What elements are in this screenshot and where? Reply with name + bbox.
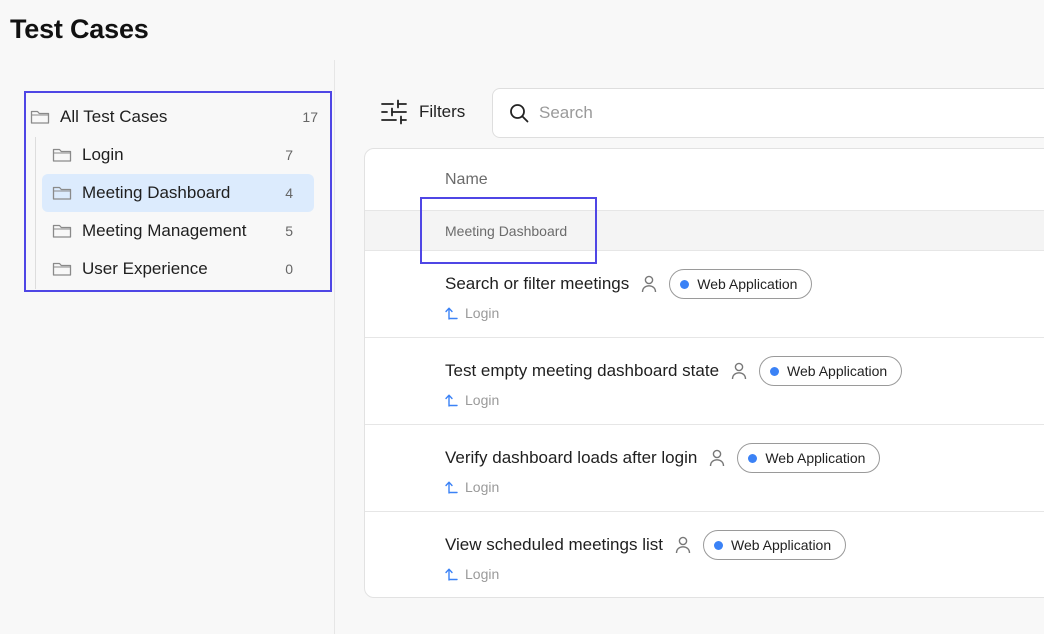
parent-arrow-icon [445,394,458,407]
sliders-icon [381,99,407,125]
folder-item-all-test-cases[interactable]: All Test Cases 17 [30,98,326,136]
case-title-line: Search or filter meetings Web Applicatio… [445,269,813,299]
folder-item-count: 7 [285,147,293,163]
folder-item-meeting-management[interactable]: Meeting Management 5 [42,212,314,250]
case-title-line: Verify dashboard loads after login Web A… [445,443,881,473]
folder-icon [52,148,72,162]
parent-link[interactable]: Login [445,566,499,582]
folder-item-label: Meeting Dashboard [82,183,231,202]
folder-icon [52,224,72,238]
case-title-line: Test empty meeting dashboard state Web A… [445,356,903,386]
case-name[interactable]: Search or filter meetings [445,274,629,294]
parent-link[interactable]: Login [445,305,499,321]
folder-icon [52,186,72,200]
parent-label: Login [465,392,500,408]
tag-badge[interactable]: Web Application [702,530,847,560]
parent-label: Login [465,305,500,321]
search-box[interactable] [492,88,1044,138]
column-header-name[interactable]: Name [445,171,488,189]
folder-item-login[interactable]: Login 7 [42,136,314,174]
tag-badge[interactable]: Web Application [737,443,881,473]
case-name[interactable]: View scheduled meetings list [445,535,663,555]
person-icon[interactable] [709,449,725,467]
parent-link[interactable]: Login [445,479,499,495]
folder-item-label: All Test Cases [60,107,168,126]
filters-button[interactable]: Filters [381,99,465,125]
parent-label: Login [465,479,500,495]
folder-item-label: Login [82,145,124,164]
filters-label: Filters [419,102,466,121]
tag-badge[interactable]: Web Application [669,269,813,299]
folder-item-count: 17 [302,109,318,125]
person-icon[interactable] [641,275,657,293]
folder-icon [52,262,72,276]
badge-label: Web Application [697,276,798,292]
parent-label: Login [465,566,500,582]
table-row[interactable]: Search or filter meetings Web Applicatio… [365,251,1044,338]
parent-arrow-icon [445,568,458,581]
table-row[interactable]: Test empty meeting dashboard state Web A… [365,338,1044,425]
folder-item-label: User Experience [82,259,208,278]
badge-label: Web Application [765,450,866,466]
badge-dot [770,366,780,376]
parent-arrow-icon [445,481,458,494]
folder-item-user-experience[interactable]: User Experience 0 [42,250,314,288]
page-title: Test Cases [10,14,149,44]
case-name[interactable]: Test empty meeting dashboard state [445,361,719,381]
tag-badge[interactable]: Web Application [759,356,903,386]
tree-guide-line [35,137,36,289]
folder-item-count: 4 [285,185,293,201]
case-title-line: View scheduled meetings list Web Applica… [445,530,847,560]
table-row[interactable]: View scheduled meetings list Web Applica… [365,512,1044,599]
sidebar: All Test Cases 17 Login 7 Meeting Dashbo… [0,60,335,634]
folder-tree: All Test Cases 17 Login 7 Meeting Dashbo… [24,91,332,292]
case-name[interactable]: Verify dashboard loads after login [445,448,697,468]
folder-icon [30,110,50,124]
parent-arrow-icon [445,307,458,320]
folder-item-count: 0 [285,261,293,277]
badge-label: Web Application [730,537,832,553]
parent-link[interactable]: Login [445,392,499,408]
person-icon[interactable] [731,362,747,380]
test-cases-table: Name Meeting Dashboard Search or filter … [364,148,1044,598]
person-icon[interactable] [675,536,691,554]
folder-item-count: 5 [285,223,293,239]
badge-dot [748,453,758,463]
folder-item-meeting-dashboard[interactable]: Meeting Dashboard 4 [42,174,314,212]
badge-label: Web Application [787,363,888,379]
folder-item-label: Meeting Management [82,221,247,240]
badge-dot [713,540,723,550]
search-icon [510,104,529,123]
search-input[interactable] [539,103,1019,123]
badge-dot [680,279,690,289]
table-row[interactable]: Verify dashboard loads after login Web A… [365,425,1044,512]
